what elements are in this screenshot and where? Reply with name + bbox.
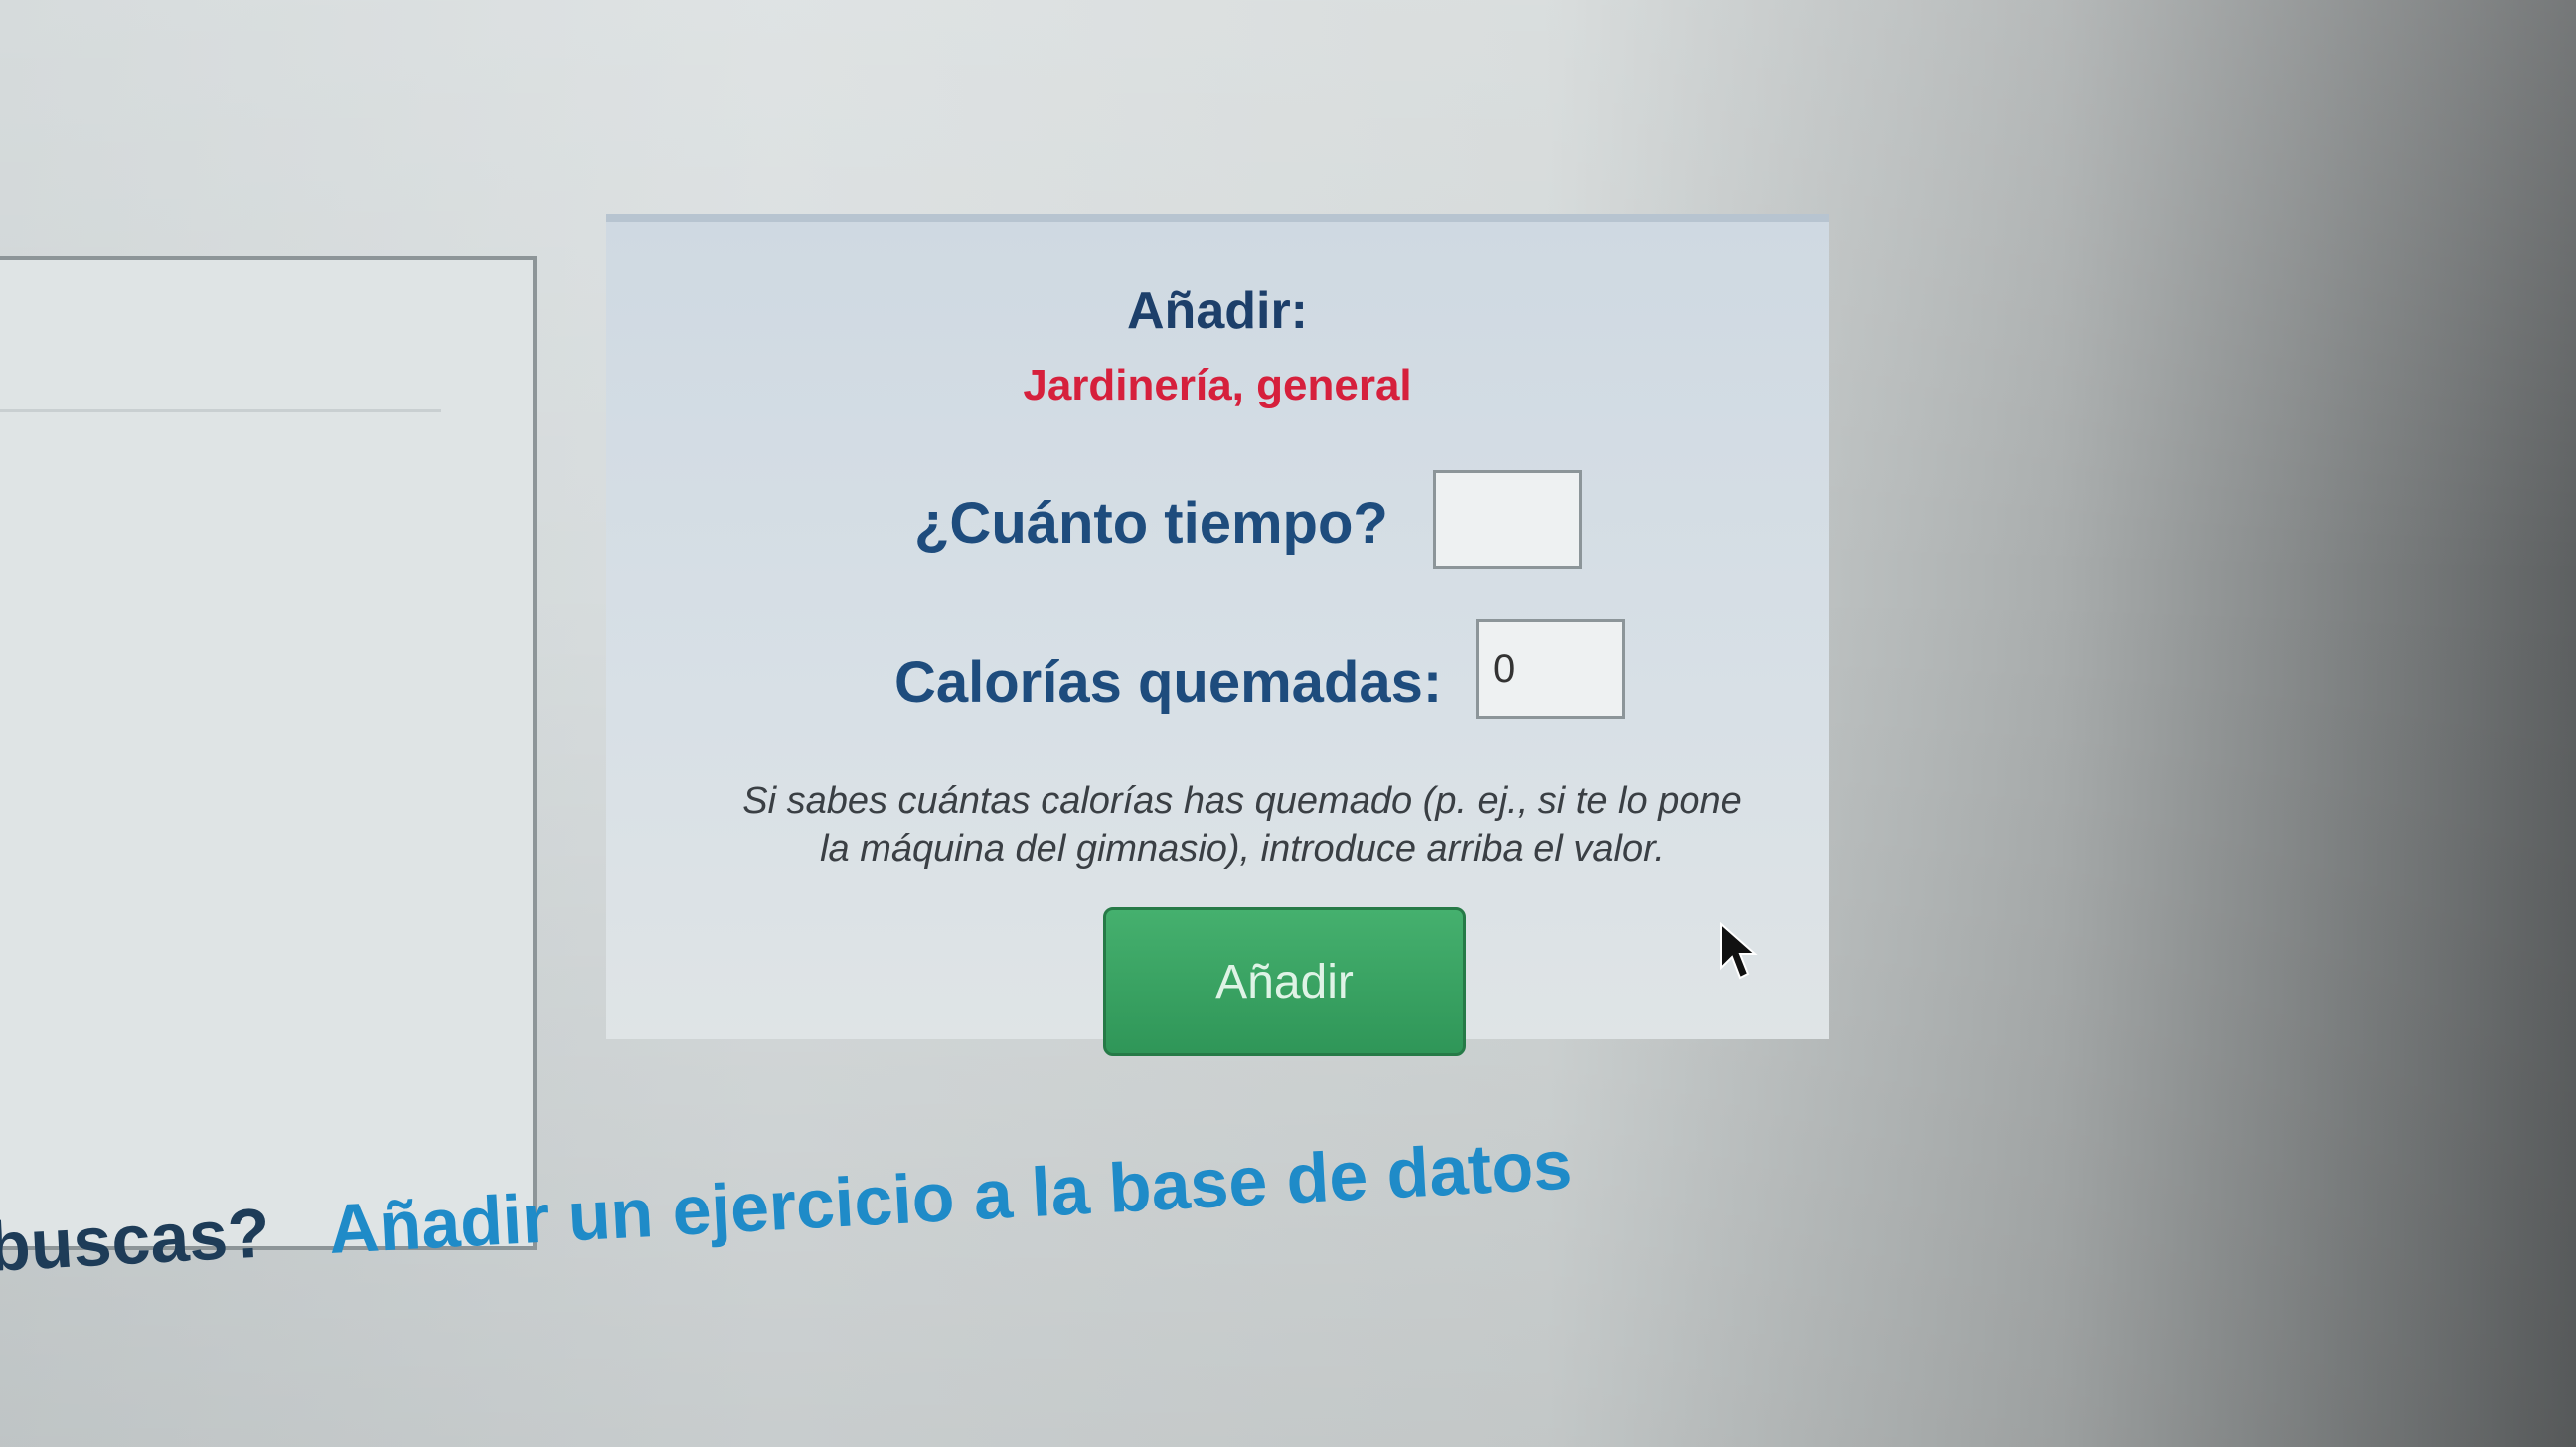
- mouse-pointer-icon: [1720, 922, 1758, 980]
- calories-input[interactable]: [1476, 619, 1625, 719]
- help-line-1: Si sabes cuántas calorías has quemado (p…: [742, 780, 1742, 822]
- time-input[interactable]: [1433, 470, 1582, 569]
- results-list-box[interactable]: [0, 256, 537, 1250]
- help-line-2: la máquina del gimnasio), introduce arri…: [820, 827, 1665, 870]
- add-exercise-panel: Añadir: Jardinería, general ¿Cuánto tiem…: [606, 214, 1829, 1056]
- time-label: ¿Cuánto tiempo?: [914, 491, 1388, 556]
- selected-activity: Jardinería, general: [1023, 361, 1412, 409]
- list-divider: [0, 409, 441, 412]
- calories-help-text: Si sabes cuántas calorías has quemado (p…: [716, 778, 1769, 873]
- panel-title: Añadir:: [1127, 282, 1308, 340]
- add-button[interactable]: Añadir: [1103, 907, 1466, 1056]
- calories-label: Calorías quemadas:: [894, 650, 1443, 715]
- footer-question: buscas?: [0, 1194, 272, 1287]
